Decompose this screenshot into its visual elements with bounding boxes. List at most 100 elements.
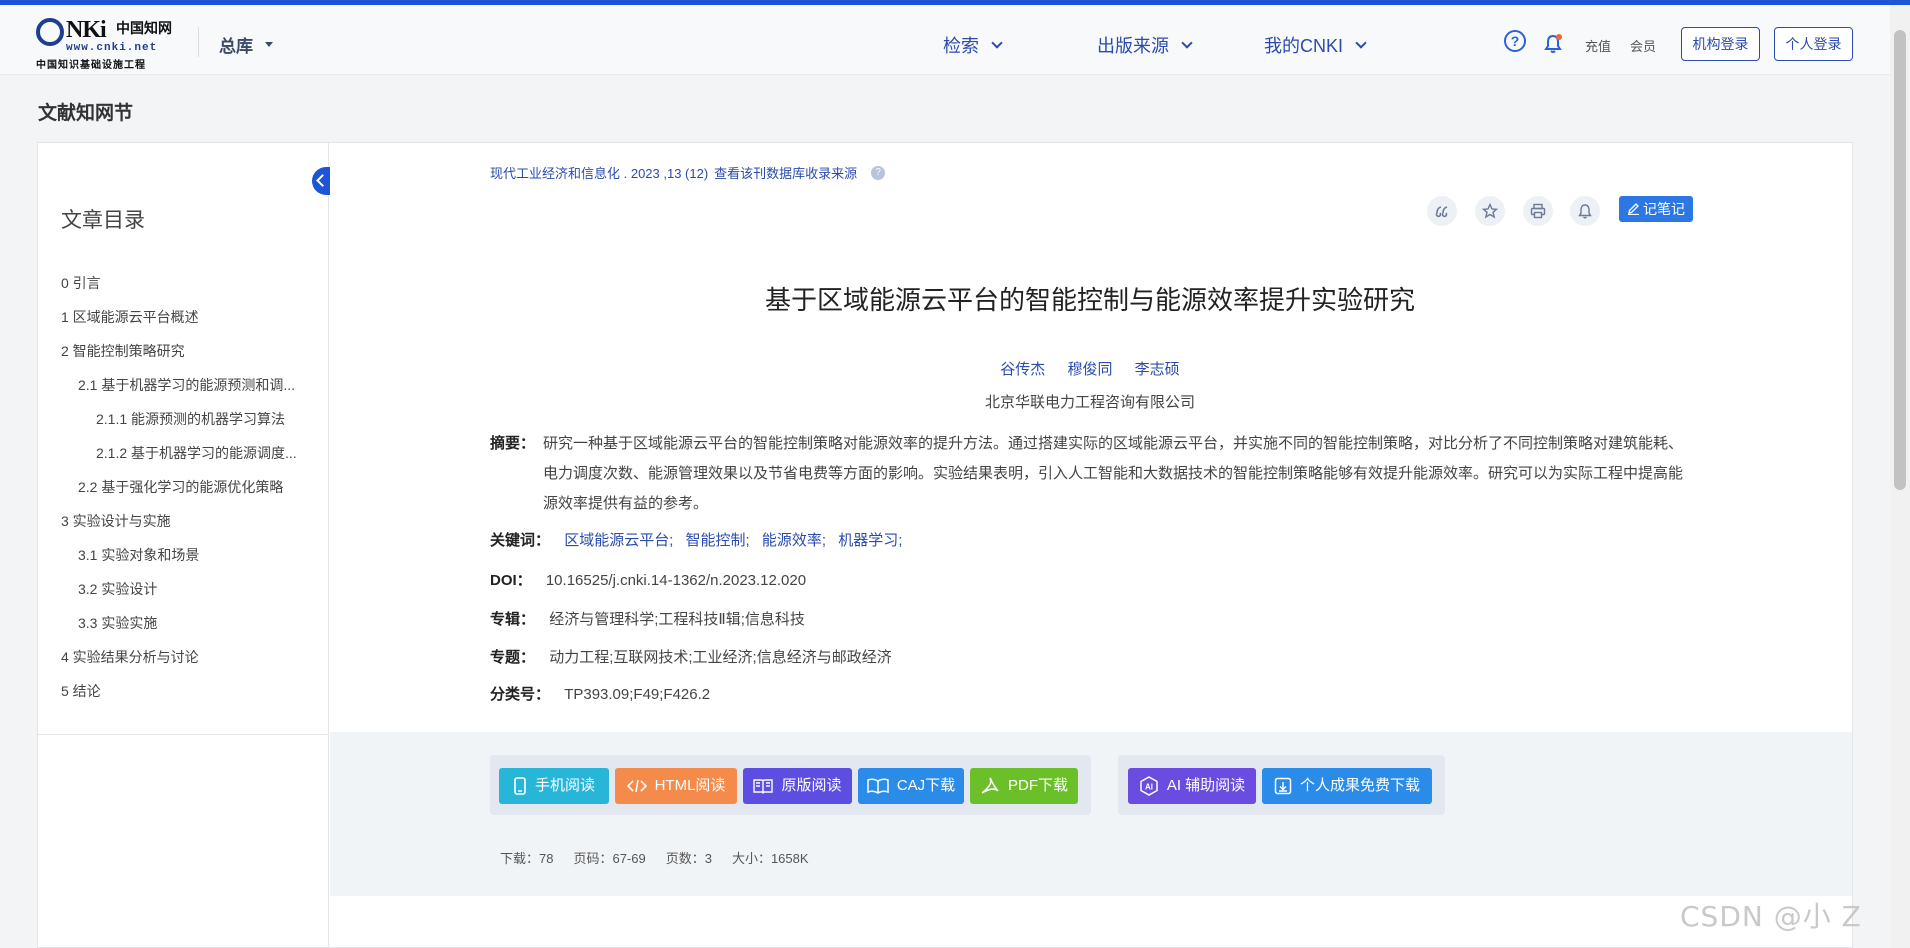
toc-list: 0 引言 1 区域能源云平台概述 2 智能控制策略研究 2.1 基于机器学习的能… [61, 266, 321, 708]
series-row: 专辑： 经济与管理科学;工程科技Ⅱ辑;信息科技 [490, 605, 805, 635]
institution-login-button[interactable]: 机构登录 [1681, 27, 1760, 61]
cnki-logo[interactable]: NKi 中国知网 www.cnki.net 中国知识基础设施工程 [36, 15, 181, 71]
abstract-text: 研究一种基于区域能源云平台的智能控制策略对能源效率的提升方法。通过搭建实际的区域… [543, 435, 1684, 512]
toc-item[interactable]: 2.1.2 基于机器学习的能源调度... [61, 436, 321, 470]
free-download-label: 个人成果免费下载 [1299, 777, 1420, 794]
cite-button[interactable] [1427, 196, 1457, 226]
question-icon[interactable]: ? [871, 165, 886, 180]
toc-item[interactable]: 4 实验结果分析与讨论 [61, 640, 321, 674]
ai-icon: AI [1140, 776, 1158, 796]
table-of-contents: 文章目录 0 引言 1 区域能源云平台概述 2 智能控制策略研究 2.1 基于机… [37, 142, 329, 948]
subscribe-button[interactable] [1570, 196, 1600, 226]
pdf-download-button[interactable]: PDF下载 [970, 768, 1078, 804]
toc-item[interactable]: 2.1 基于机器学习的能源预测和调... [61, 368, 321, 402]
nav-publication-source-label: 出版来源 [1097, 36, 1169, 56]
author-list: 谷传杰 穆俊同 李志硕 [490, 358, 1690, 379]
ai-read-label: AI 辅助阅读 [1166, 777, 1246, 794]
logo-url: www.cnki.net [66, 42, 158, 54]
toc-item[interactable]: 2 智能控制策略研究 [61, 334, 321, 368]
toc-item[interactable]: 5 结论 [61, 674, 321, 708]
nav-my-cnki-label: 我的CNKI [1264, 36, 1344, 56]
pdf-icon [981, 777, 999, 794]
mobile-read-button[interactable]: 手机阅读 [499, 768, 609, 804]
caj-download-label: CAJ下载 [896, 777, 956, 794]
ai-read-button[interactable]: AI AI 辅助阅读 [1128, 768, 1256, 804]
page-range: 页码：67-69 [573, 851, 646, 866]
html-read-button[interactable]: HTML阅读 [615, 768, 737, 804]
logo-subtitle: 中国知识基础设施工程 [36, 60, 146, 71]
toc-item[interactable]: 3.2 实验设计 [61, 572, 321, 606]
nav-search[interactable]: 检索 [943, 32, 1003, 58]
database-select[interactable]: 总库 [219, 32, 273, 57]
free-download-button[interactable]: 个人成果免费下载 [1262, 768, 1432, 804]
keyword-link[interactable]: 智能控制; [686, 532, 750, 549]
scrollbar-thumb[interactable] [1894, 30, 1906, 490]
html-read-label: HTML阅读 [654, 777, 726, 794]
bell-icon [1578, 204, 1592, 219]
file-size: 大小：1658K [731, 851, 809, 866]
favorite-button[interactable] [1475, 196, 1505, 226]
member-link[interactable]: 会员 [1630, 36, 1656, 55]
journal-index-link[interactable]: 查看该刊数据库收录来源 [714, 163, 857, 182]
keyword-link[interactable]: 能源效率; [762, 532, 826, 549]
original-read-button[interactable]: 原版阅读 [743, 768, 852, 804]
nav-my-cnki[interactable]: 我的CNKI [1264, 32, 1367, 58]
caj-download-button[interactable]: CAJ下载 [858, 768, 964, 804]
classification-value: TP393.09;F49;F426.2 [564, 686, 711, 703]
toc-item[interactable]: 2.1.1 能源预测的机器学习算法 [61, 402, 321, 436]
journal-source: 现代工业经济和信息化 . 2023 ,13 (12) 查看该刊数据库收录来源 ? [490, 163, 886, 182]
toc-item[interactable]: 0 引言 [61, 266, 321, 300]
open-book-icon [753, 779, 774, 794]
article-stats: 下载：78 页码：67-69 页数：3 大小：1658K [500, 848, 809, 867]
header-divider [198, 27, 199, 57]
nav-publication-source[interactable]: 出版来源 [1097, 32, 1193, 58]
nav-search-label: 检索 [943, 36, 979, 56]
bell-icon[interactable] [1544, 34, 1562, 54]
book-icon [867, 778, 889, 794]
mobile-read-label: 手机阅读 [534, 777, 595, 794]
toc-item[interactable]: 3.3 实验实施 [61, 606, 321, 640]
toc-title: 文章目录 [61, 209, 145, 232]
doi-row: DOI： 10.16525/j.cnki.14-1362/n.2023.12.0… [490, 566, 806, 596]
take-note-button[interactable]: 记笔记 [1619, 196, 1693, 222]
author-link[interactable]: 谷传杰 [1000, 361, 1045, 378]
topic-value: 动力工程;互联网技术;工业经济;信息经济与邮政经济 [549, 649, 892, 666]
database-select-label: 总库 [219, 37, 253, 56]
download-count: 下载：78 [500, 851, 554, 866]
journal-source-text[interactable]: 现代工业经济和信息化 . 2023 ,13 (12) [490, 163, 708, 182]
chevron-down-icon [1355, 36, 1367, 49]
logo-chinese-name: 中国知网 [116, 21, 172, 37]
personal-login-button[interactable]: 个人登录 [1774, 27, 1853, 61]
toc-item[interactable]: 1 区域能源云平台概述 [61, 300, 321, 334]
chevron-down-icon [991, 36, 1003, 49]
page-count: 页数：3 [665, 851, 712, 866]
pdf-download-label: PDF下载 [1007, 777, 1068, 794]
keywords-label: 关键词： [490, 532, 551, 549]
abstract-label: 摘要： [490, 435, 536, 452]
watermark: CSDN @小 Z [1680, 900, 1862, 933]
toc-divider [37, 734, 329, 735]
keyword-link[interactable]: 区域能源云平台; [564, 532, 673, 549]
affiliation[interactable]: 北京华联电力工程咨询有限公司 [490, 391, 1690, 412]
series-label: 专辑： [490, 611, 536, 628]
toc-item[interactable]: 3 实验设计与实施 [61, 504, 321, 538]
doi-label: DOI： [490, 572, 532, 589]
page-title: 文献知网节 [38, 103, 134, 124]
recharge-link[interactable]: 充值 [1585, 36, 1611, 55]
author-link[interactable]: 李志硕 [1135, 361, 1180, 378]
toc-item[interactable]: 2.2 基于强化学习的能源优化策略 [61, 470, 321, 504]
author-link[interactable]: 穆俊同 [1067, 361, 1112, 378]
classification-label: 分类号： [490, 686, 551, 703]
series-value: 经济与管理科学;工程科技Ⅱ辑;信息科技 [549, 611, 805, 628]
help-icon[interactable]: ? [1504, 30, 1526, 52]
download-icon [1274, 777, 1292, 795]
header: NKi 中国知网 www.cnki.net 中国知识基础设施工程 总库 检索 出… [0, 5, 1890, 75]
pencil-icon [1628, 203, 1639, 216]
keywords-row: 关键词： 区域能源云平台; 智能控制; 能源效率; 机器学习; [490, 526, 910, 556]
topic-label: 专题： [490, 649, 536, 666]
print-button[interactable] [1523, 196, 1553, 226]
toc-item[interactable]: 3.1 实验对象和场景 [61, 538, 321, 572]
doi-value: 10.16525/j.cnki.14-1362/n.2023.12.020 [545, 572, 807, 589]
keyword-link[interactable]: 机器学习; [838, 532, 902, 549]
quote-icon [1435, 206, 1448, 218]
